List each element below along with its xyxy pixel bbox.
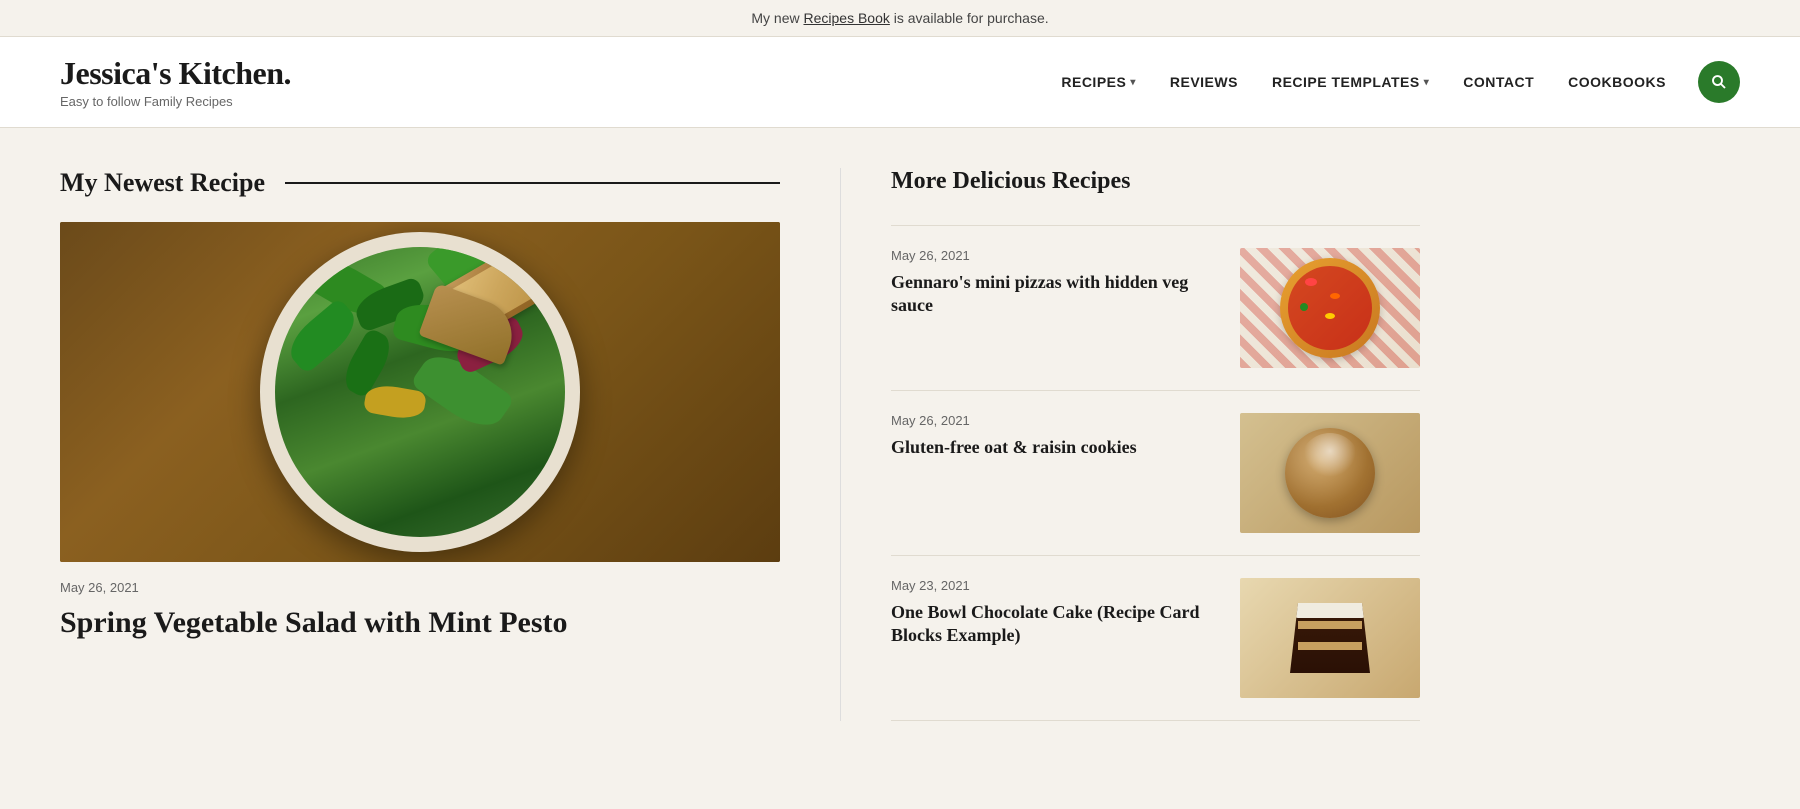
cake-layer-1 (1298, 621, 1362, 629)
chevron-down-icon-2: ▾ (1424, 77, 1430, 88)
search-button[interactable] (1698, 61, 1740, 103)
recipe-card: May 26, 2021 Gluten-free oat & raisin co… (891, 391, 1420, 556)
pizza-circle (1280, 258, 1380, 358)
recipe-thumbnail-1[interactable] (1240, 248, 1420, 368)
featured-recipe-title[interactable]: Spring Vegetable Salad with Mint Pesto (60, 605, 780, 641)
recipe-title-2[interactable]: Gluten-free oat & raisin cookies (891, 436, 1220, 459)
banner-text-before: My new (751, 10, 803, 26)
featured-recipe-date: May 26, 2021 (60, 580, 780, 595)
site-logo[interactable]: Jessica's Kitchen. Easy to follow Family… (60, 55, 291, 109)
chevron-down-icon: ▾ (1130, 77, 1136, 88)
nav-label-cookbooks: COOKBOOKS (1568, 74, 1666, 90)
recipe-card: May 26, 2021 Gennaro's mini pizzas with … (891, 225, 1420, 391)
recipe-title-3[interactable]: One Bowl Chocolate Cake (Recipe Card Blo… (891, 601, 1220, 648)
recipe-card: May 23, 2021 One Bowl Chocolate Cake (Re… (891, 556, 1420, 721)
recipe-title-1[interactable]: Gennaro's mini pizzas with hidden veg sa… (891, 271, 1220, 318)
recipe-info: May 26, 2021 Gennaro's mini pizzas with … (891, 248, 1220, 318)
recipe-date-2: May 26, 2021 (891, 413, 1220, 428)
pizza-illustration (1240, 248, 1420, 368)
search-icon (1710, 73, 1728, 91)
nav-item-cookbooks[interactable]: COOKBOOKS (1556, 66, 1678, 98)
nav-item-recipes[interactable]: RECIPES ▾ (1049, 66, 1148, 98)
recipes-book-link[interactable]: Recipes Book (803, 10, 889, 26)
pizza-topping-4 (1325, 313, 1335, 319)
nav-label-recipes: RECIPES (1061, 74, 1126, 90)
recipe-date-3: May 23, 2021 (891, 578, 1220, 593)
recipe-thumbnail-2[interactable] (1240, 413, 1420, 533)
recipe-info: May 26, 2021 Gluten-free oat & raisin co… (891, 413, 1220, 459)
site-subtitle: Easy to follow Family Recipes (60, 94, 291, 109)
cake-slice (1290, 603, 1370, 673)
nav-label-contact: CONTACT (1463, 74, 1534, 90)
main-content: My Newest Recipe (0, 128, 1800, 761)
more-recipes-section: More Delicious Recipes May 26, 2021 Genn… (840, 168, 1420, 721)
bowl-inner (275, 247, 565, 537)
cake-frosting (1294, 603, 1366, 618)
more-recipes-heading: More Delicious Recipes (891, 168, 1420, 195)
nav-item-recipe-templates[interactable]: RECIPE TEMPLATES ▾ (1260, 66, 1441, 98)
pizza-topping-2 (1330, 293, 1340, 299)
pizza-topping-3 (1300, 303, 1308, 311)
section-title-newest: My Newest Recipe (60, 168, 780, 198)
salad-illustration (60, 222, 780, 562)
recipe-info: May 23, 2021 One Bowl Chocolate Cake (Re… (891, 578, 1220, 648)
nav-item-contact[interactable]: CONTACT (1451, 66, 1546, 98)
sugar-dust (1300, 433, 1360, 493)
cake-illustration (1240, 578, 1420, 698)
newest-recipe-section: My Newest Recipe (60, 168, 840, 721)
featured-recipe-image[interactable] (60, 222, 780, 562)
main-nav: RECIPES ▾ REVIEWS RECIPE TEMPLATES ▾ CON… (1049, 61, 1740, 103)
cookie-illustration (1240, 413, 1420, 533)
cake-layer-2 (1298, 642, 1362, 650)
recipe-thumbnail-3[interactable] (1240, 578, 1420, 698)
title-divider (285, 182, 780, 184)
nav-label-recipe-templates: RECIPE TEMPLATES (1272, 74, 1420, 90)
pizza-topping-1 (1305, 278, 1317, 286)
site-header: Jessica's Kitchen. Easy to follow Family… (0, 37, 1800, 128)
banner-text-after: is available for purchase. (894, 10, 1049, 26)
nav-item-reviews[interactable]: REVIEWS (1158, 66, 1250, 98)
site-title: Jessica's Kitchen. (60, 55, 291, 92)
announcement-banner: My new Recipes Book is available for pur… (0, 0, 1800, 37)
recipe-date-1: May 26, 2021 (891, 248, 1220, 263)
nav-label-reviews: REVIEWS (1170, 74, 1238, 90)
bowl-outer (260, 232, 580, 552)
cookie-circle (1285, 428, 1375, 518)
newest-recipe-heading: My Newest Recipe (60, 168, 265, 198)
